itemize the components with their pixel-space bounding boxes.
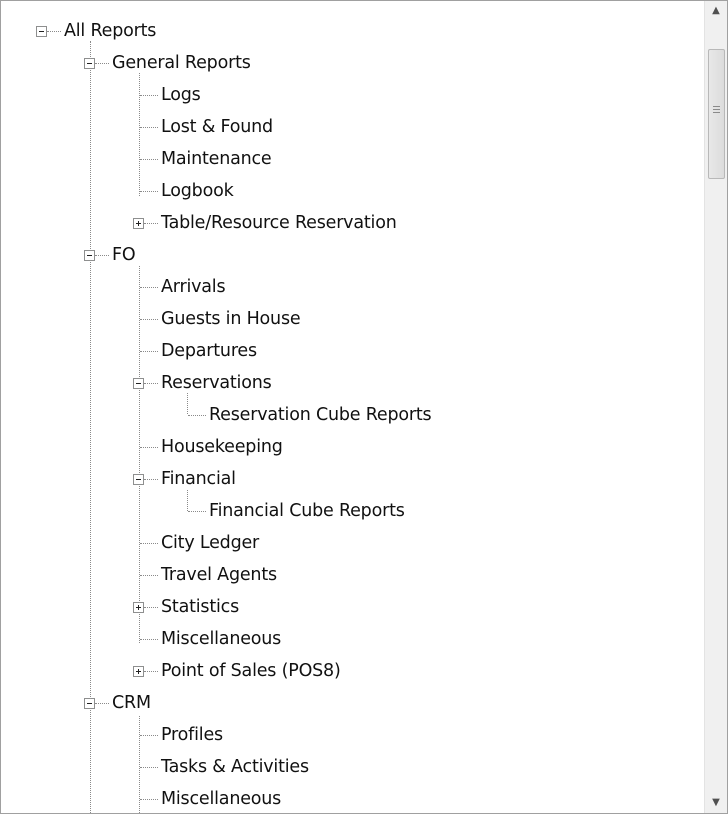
tree-connector [95,255,109,256]
tree-node-travel-agents[interactable]: Travel Agents [1,559,401,591]
tree-connector [140,639,158,640]
tree-connector [140,351,158,352]
tree-node-label: City Ledger [161,533,260,553]
tree-node-logs[interactable]: Logs [1,79,401,111]
tree-connector [140,287,158,288]
tree-connector [140,575,158,576]
tree-node-label: Maintenance [161,149,272,169]
tree-connector [144,223,158,224]
tree-node-label: Miscellaneous [161,629,282,649]
tree-node-label: Reservations [161,373,272,393]
arrow-up-icon: ▲ [712,5,720,16]
grip-icon [713,109,720,110]
tree-connector [140,159,158,160]
tree-node-label: Statistics [161,597,239,617]
collapse-toggle-icon[interactable] [133,474,144,485]
tree-node-label: Guests in House [161,309,301,329]
scroll-up-button[interactable]: ▲ [705,1,727,21]
tree-node-financial-cube-reports[interactable]: Financial Cube Reports [1,495,501,527]
tree-node-general-reports[interactable]: General Reports [1,47,401,79]
tree-connector [95,63,109,64]
tree-node-label: Travel Agents [161,565,277,585]
tree-connector [140,447,158,448]
tree-connector [144,607,158,608]
expand-toggle-icon[interactable] [133,218,144,229]
tree-connector [144,479,158,480]
tree-node-fo[interactable]: FO [1,239,401,271]
tree-node-arrivals[interactable]: Arrivals [1,271,401,303]
scroll-down-button[interactable]: ▼ [705,793,727,813]
tree-connector [140,191,158,192]
tree-connector [188,511,206,512]
tree-node-label: Arrivals [161,277,226,297]
tree-node-fo-miscellaneous[interactable]: Miscellaneous [1,623,401,655]
collapse-toggle-icon[interactable] [84,698,95,709]
tree-node-crm-miscellaneous[interactable]: Miscellaneous [1,783,401,813]
vertical-scrollbar[interactable]: ▲ ▼ [704,1,727,813]
expand-toggle-icon[interactable] [133,666,144,677]
tree-node-label: Reservation Cube Reports [209,405,432,425]
tree-node-housekeeping[interactable]: Housekeeping [1,431,401,463]
tree-node-label: Profiles [161,725,223,745]
tree-node-label: Logbook [161,181,234,201]
collapse-toggle-icon[interactable] [84,58,95,69]
arrow-down-icon: ▼ [712,797,720,808]
tree-node-label: Point of Sales (POS8) [161,661,341,681]
tree-node-label: General Reports [112,53,251,73]
tree-node-lost-found[interactable]: Lost & Found [1,111,401,143]
tree-connector [140,735,158,736]
tree-connector [140,319,158,320]
tree-node-label: Table/Resource Reservation [161,213,397,233]
collapse-toggle-icon[interactable] [133,378,144,389]
tree-node-label: Lost & Found [161,117,273,137]
tree-connector [188,415,206,416]
tree-node-label: FO [112,245,136,265]
tree-node-table-resource-reservation[interactable]: Table/Resource Reservation [1,207,501,239]
tree-node-all-reports[interactable]: All Reports [1,15,401,47]
report-tree-panel: All Reports General Reports Logs Lost & … [0,0,728,814]
collapse-toggle-icon[interactable] [36,26,47,37]
tree-node-logbook[interactable]: Logbook [1,175,401,207]
tree-connector [144,671,158,672]
tree-node-tasks-activities[interactable]: Tasks & Activities [1,751,401,783]
tree-node-departures[interactable]: Departures [1,335,401,367]
tree-connector [47,31,61,32]
tree-connector [95,703,109,704]
grip-icon [713,112,720,113]
tree-node-label: Housekeeping [161,437,283,457]
tree-node-label: CRM [112,693,151,713]
tree-node-statistics[interactable]: Statistics [1,591,401,623]
tree-node-label: Tasks & Activities [161,757,309,777]
tree-node-label: Logs [161,85,201,105]
tree-node-label: Financial [161,469,236,489]
tree-connector [140,127,158,128]
tree-node-label: Financial Cube Reports [209,501,405,521]
tree-node-financial[interactable]: Financial [1,463,401,495]
tree-node-city-ledger[interactable]: City Ledger [1,527,401,559]
tree-node-profiles[interactable]: Profiles [1,719,401,751]
tree-node-label: Miscellaneous [161,789,282,809]
expand-toggle-icon[interactable] [133,602,144,613]
tree-node-crm[interactable]: CRM [1,687,401,719]
tree-connector [140,543,158,544]
tree-node-reservation-cube-reports[interactable]: Reservation Cube Reports [1,399,521,431]
tree-node-maintenance[interactable]: Maintenance [1,143,401,175]
report-tree[interactable]: All Reports General Reports Logs Lost & … [1,1,705,813]
scrollbar-thumb[interactable] [708,49,725,179]
tree-node-reservations[interactable]: Reservations [1,367,401,399]
tree-connector [140,767,158,768]
tree-node-point-of-sales[interactable]: Point of Sales (POS8) [1,655,401,687]
collapse-toggle-icon[interactable] [84,250,95,261]
tree-connector [140,95,158,96]
tree-connector [140,799,158,800]
tree-node-guests-in-house[interactable]: Guests in House [1,303,401,335]
grip-icon [713,106,720,107]
tree-connector [144,383,158,384]
tree-node-label: All Reports [64,21,157,41]
tree-node-label: Departures [161,341,257,361]
